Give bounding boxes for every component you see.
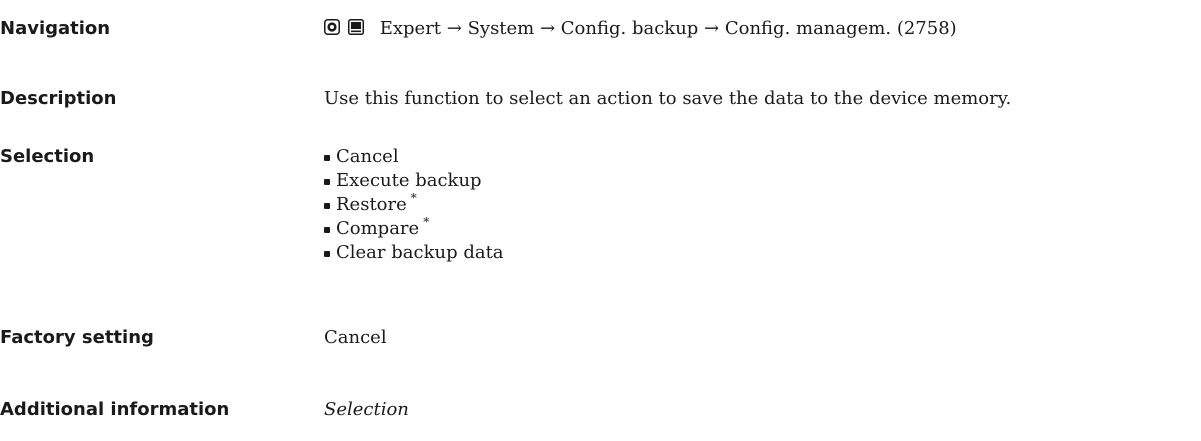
selection-list: Cancel Execute backup Restore * Compare * … xyxy=(324,145,504,265)
description-label: Description xyxy=(0,88,117,109)
selection-item-compare: Compare * xyxy=(324,215,504,241)
selection-item-restore: Restore * xyxy=(324,191,504,217)
nav-icons xyxy=(324,19,366,43)
selection-item-text: Clear backup data xyxy=(336,242,504,263)
selection-item-text: Restore xyxy=(336,194,407,215)
footnote-marker: * xyxy=(423,215,430,229)
bullet-icon xyxy=(324,155,330,161)
navigation-path: Expert → System → Config. backup → Confi… xyxy=(379,18,957,39)
selection-item-text: Cancel xyxy=(336,146,399,167)
selection-item-cancel: Cancel xyxy=(324,145,504,169)
selection-item-text: Compare xyxy=(336,218,420,239)
additional-information-label: Additional information xyxy=(0,399,230,420)
bullet-icon xyxy=(324,203,330,209)
display-module-icon xyxy=(347,19,364,35)
selection-label: Selection xyxy=(0,146,95,167)
footnote-marker: * xyxy=(410,191,417,205)
selection-item-clear-backup-data: Clear backup data xyxy=(324,241,504,265)
factory-setting-value: Cancel xyxy=(324,327,387,348)
bullet-icon xyxy=(324,251,330,257)
additional-information-value: Selection xyxy=(324,399,409,420)
bullet-icon xyxy=(324,227,330,233)
factory-setting-label: Factory setting xyxy=(0,327,154,348)
navigation-label: Navigation xyxy=(0,18,111,39)
selection-list-container: Cancel Execute backup Restore * Compare * … xyxy=(324,145,504,265)
description-text: Use this function to select an action to… xyxy=(324,88,1012,109)
bullet-icon xyxy=(324,179,330,185)
selection-item-text: Execute backup xyxy=(336,170,482,191)
operating-tool-icon xyxy=(324,19,340,35)
navigation-path-container: Expert → System → Config. backup → Confi… xyxy=(324,17,957,43)
selection-item-execute-backup: Execute backup xyxy=(324,169,504,193)
